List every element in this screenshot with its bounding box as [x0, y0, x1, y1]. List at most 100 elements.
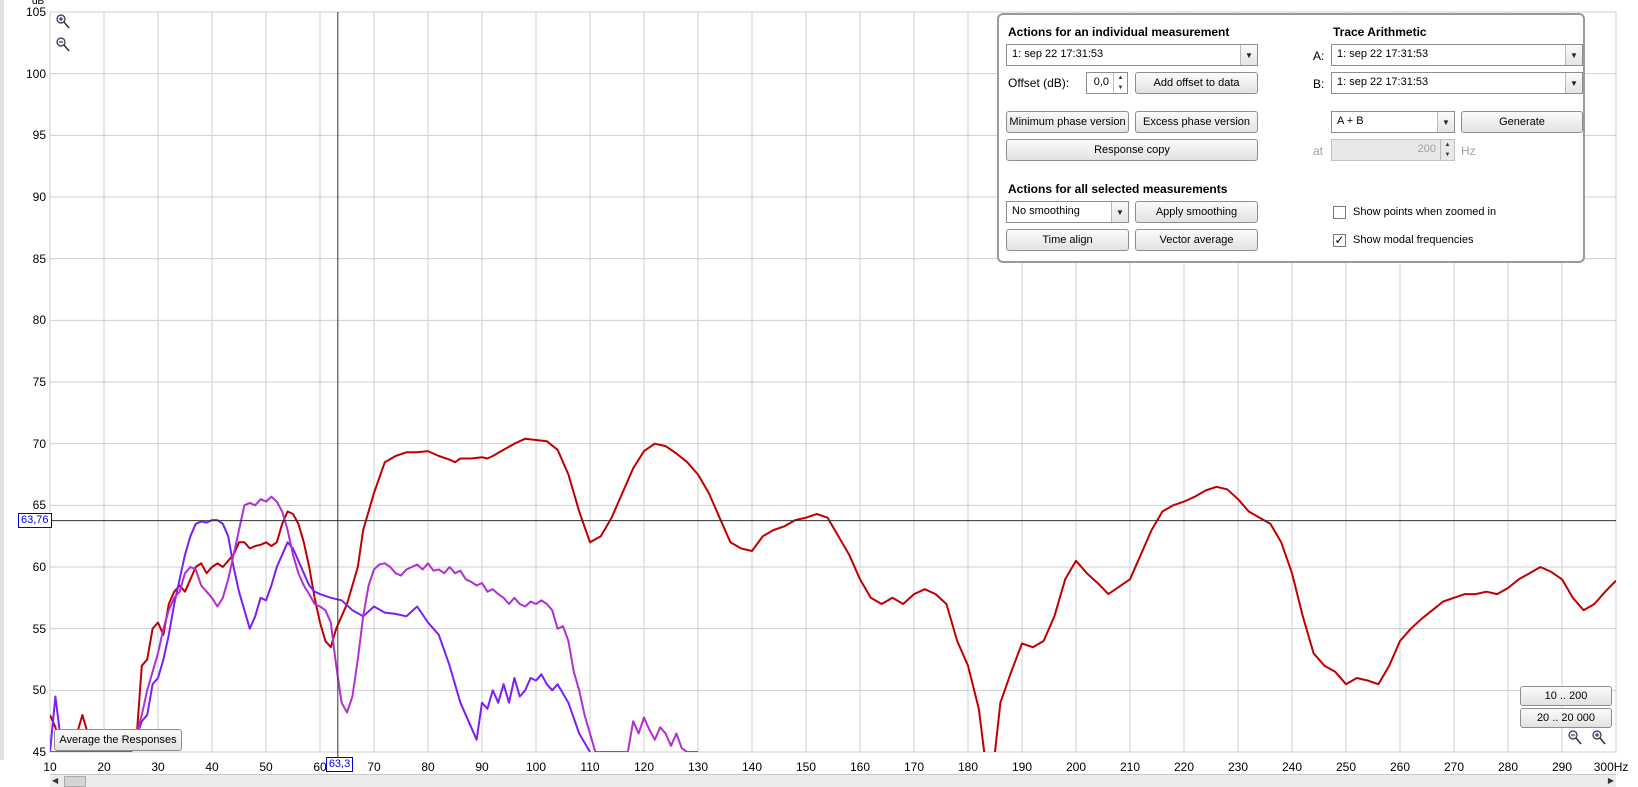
x-tick-label: 40 — [205, 760, 219, 774]
response-copy-button[interactable]: Response copy — [1006, 139, 1258, 161]
x-tick-label: 200 — [1065, 760, 1087, 774]
at-label: at — [1313, 144, 1324, 158]
spin-up-icon: ▲ — [1444, 142, 1451, 148]
offset-value: 0,0 — [1093, 76, 1109, 88]
x-tick-label: 50 — [259, 760, 273, 774]
apply-smoothing-button[interactable]: Apply smoothing — [1135, 201, 1258, 223]
minimum-phase-button[interactable]: Minimum phase version — [1006, 111, 1129, 133]
x-tick-label: 80 — [421, 760, 435, 774]
trace-a-value: 1: sep 22 17:31:53 — [1337, 48, 1429, 60]
x-tick-label: 10 — [43, 760, 57, 774]
hz-label: Hz — [1461, 144, 1476, 158]
trace-b-value: 1: sep 22 17:31:53 — [1337, 76, 1429, 88]
y-tick-label: 70 — [32, 436, 46, 451]
operation-value: A + B — [1337, 115, 1364, 127]
show-modal-checkbox[interactable]: ✓ — [1333, 234, 1346, 247]
y-tick-label: 60 — [32, 560, 46, 574]
y-tick-label: 65 — [32, 498, 46, 513]
offset-spinner[interactable]: 0,0 ▲ ▼ — [1086, 72, 1128, 94]
x-tick-label: 60 — [313, 760, 327, 774]
y-tick-label: 50 — [32, 683, 46, 698]
show-points-checkbox[interactable] — [1333, 206, 1346, 219]
y-tick-label: 80 — [32, 313, 46, 328]
x-tick-label: 170 — [903, 760, 925, 774]
left-edge-strip — [0, 0, 4, 760]
x-tick-label: 100 — [525, 760, 547, 774]
x-tick-label: 280 — [1497, 760, 1519, 774]
offset-label: Offset (dB): — [1008, 76, 1070, 90]
average-responses-button[interactable]: Average the Responses — [54, 729, 182, 751]
chevron-down-icon[interactable]: ▼ — [1437, 112, 1454, 132]
x-tick-label: 160 — [849, 760, 871, 774]
zoom-in-x-icon[interactable] — [1592, 730, 1606, 746]
x-tick-label: 260 — [1389, 760, 1411, 774]
zoom-out-x-icon[interactable] — [1568, 730, 1582, 746]
range-20-20000-button[interactable]: 20 .. 20 000 — [1520, 708, 1612, 728]
trace-b-label: B: — [1313, 77, 1325, 91]
y-tick-label: 100 — [25, 66, 46, 81]
x-tick-label: 20 — [97, 760, 111, 774]
cursor-y-readout: 63,76 — [18, 512, 52, 528]
smoothing-value: No smoothing — [1012, 205, 1080, 217]
trace-a-select[interactable]: 1: sep 22 17:31:53 ▼ — [1331, 44, 1583, 66]
zoom-in-icon[interactable] — [56, 14, 70, 30]
all-actions-title: Actions for all selected measurements — [1008, 182, 1228, 196]
y-axis-unit: dB — [32, 0, 45, 7]
x-tick-label: 210 — [1119, 760, 1141, 774]
x-tick-label: 250 — [1335, 760, 1357, 774]
scroll-thumb[interactable] — [64, 776, 86, 787]
x-tick-label: 300Hz — [1593, 760, 1629, 774]
at-frequency-spinner: 200 ▲ ▼ — [1331, 139, 1455, 161]
chevron-down-icon[interactable]: ▼ — [1565, 45, 1582, 65]
zoom-out-icon[interactable] — [56, 37, 70, 53]
measurement-select-value: 1: sep 22 17:31:53 — [1012, 48, 1104, 60]
at-frequency-value: 200 — [1417, 143, 1436, 155]
time-align-button[interactable]: Time align — [1006, 229, 1129, 251]
x-tick-label: 140 — [741, 760, 763, 774]
x-tick-label: 190 — [1011, 760, 1033, 774]
operation-select[interactable]: A + B ▼ — [1331, 111, 1455, 133]
chevron-down-icon[interactable]: ▼ — [1111, 202, 1128, 222]
x-tick-label: 90 — [475, 760, 489, 774]
add-offset-button[interactable]: Add offset to data — [1135, 72, 1258, 94]
trace-a-label: A: — [1313, 49, 1325, 63]
horizontal-scrollbar[interactable]: ◀ ▶ — [50, 774, 1616, 787]
cursor-x-readout: 63,3 — [325, 757, 354, 772]
spin-down-icon[interactable]: ▼ — [1114, 83, 1127, 93]
y-tick-label: 105 — [25, 5, 46, 19]
trace-arithmetic-title: Trace Arithmetic — [1333, 25, 1427, 39]
range-10-200-button[interactable]: 10 .. 200 — [1520, 686, 1612, 706]
x-tick-label: 290 — [1551, 760, 1573, 774]
x-tick-label: 110 — [580, 760, 600, 774]
measurement-actions-panel: Actions for an individual measurement 1:… — [997, 13, 1585, 263]
show-modal-label: Show modal frequencies — [1353, 234, 1474, 246]
measurement-select[interactable]: 1: sep 22 17:31:53 ▼ — [1006, 44, 1258, 66]
x-tick-label: 270 — [1443, 760, 1465, 774]
scroll-left-arrow-icon[interactable]: ◀ — [52, 776, 58, 785]
y-tick-label: 90 — [32, 190, 46, 204]
spin-up-icon[interactable]: ▲ — [1114, 73, 1127, 83]
x-tick-label: 150 — [795, 760, 817, 774]
spin-down-icon: ▼ — [1444, 152, 1451, 158]
generate-button[interactable]: Generate — [1461, 111, 1583, 133]
show-points-label: Show points when zoomed in — [1353, 206, 1497, 218]
y-tick-label: 85 — [32, 251, 46, 266]
y-tick-label: 45 — [32, 745, 46, 759]
vector-average-button[interactable]: Vector average — [1135, 229, 1258, 251]
y-tick-label: 75 — [32, 375, 46, 389]
x-tick-label: 180 — [957, 760, 979, 774]
scroll-right-arrow-icon[interactable]: ▶ — [1608, 776, 1614, 785]
chevron-down-icon[interactable]: ▼ — [1240, 45, 1257, 65]
x-tick-label: 230 — [1227, 760, 1249, 774]
trace-b-select[interactable]: 1: sep 22 17:31:53 ▼ — [1331, 72, 1583, 94]
chevron-down-icon[interactable]: ▼ — [1565, 73, 1582, 93]
smoothing-select[interactable]: No smoothing ▼ — [1006, 201, 1129, 223]
individual-actions-title: Actions for an individual measurement — [1008, 25, 1230, 39]
x-tick-label: 130 — [687, 760, 709, 774]
x-tick-label: 120 — [633, 760, 655, 774]
x-tick-label: 30 — [151, 760, 165, 774]
y-tick-label: 55 — [32, 621, 46, 636]
excess-phase-button[interactable]: Excess phase version — [1135, 111, 1258, 133]
x-tick-label: 240 — [1281, 760, 1303, 774]
y-tick-label: 95 — [32, 128, 46, 143]
